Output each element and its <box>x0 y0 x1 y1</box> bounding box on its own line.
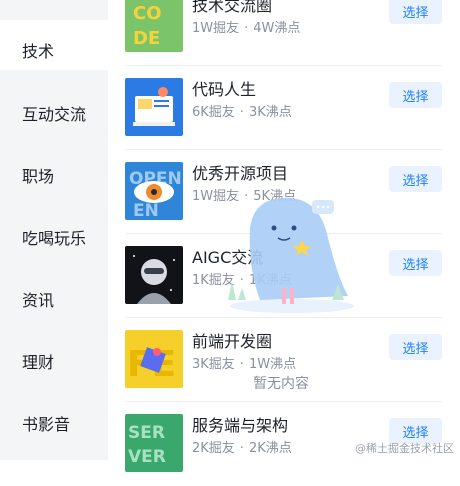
circle-title: 优秀开源项目 <box>192 164 289 183</box>
select-button[interactable]: 选择 <box>389 82 442 108</box>
circle-stats: 3K掘友 · 1W沸点 <box>192 353 296 372</box>
separator-dot: · <box>244 21 249 36</box>
circle-row[interactable]: CO DE 技术交流圈 1W掘友 · 4W沸点 选择 <box>125 0 442 66</box>
select-button[interactable]: 选择 <box>389 0 442 24</box>
svg-text:EN: EN <box>133 201 159 220</box>
circle-title: 前端开发圈 <box>192 332 273 351</box>
hot-count: 2K沸点 <box>248 441 292 456</box>
member-count: 1W掘友 <box>192 21 240 36</box>
hot-count: 1W沸点 <box>248 357 297 372</box>
sidebar-item-books-media[interactable]: 书影音 <box>22 415 70 435</box>
hot-count: 4W沸点 <box>253 21 301 36</box>
circle-stats: 2K掘友 · 2K沸点 <box>192 437 292 456</box>
frontend-icon: FE <box>125 330 183 388</box>
select-button[interactable]: 选择 <box>389 166 442 192</box>
server-icon: SER VER <box>125 414 183 472</box>
empty-state-text: 暂无内容 <box>253 376 309 392</box>
sidebar-item-interaction[interactable]: 互动交流 <box>22 105 86 125</box>
svg-text:DE: DE <box>133 28 160 49</box>
sidebar-item-workplace[interactable]: 职场 <box>22 167 54 187</box>
circle-stats: 6K掘友 · 3K沸点 <box>192 101 292 120</box>
sidebar-item-finance[interactable]: 理财 <box>22 353 54 373</box>
coding-life-icon <box>125 78 183 136</box>
sidebar-item-tech[interactable]: 技术 <box>22 42 54 62</box>
circle-title: 技术交流圈 <box>192 0 273 15</box>
circle-row[interactable]: 代码人生 6K掘友 · 3K沸点 选择 <box>125 66 442 150</box>
sidebar-item-news[interactable]: 资讯 <box>22 291 54 311</box>
sidebar-item-food-fun[interactable]: 吃喝玩乐 <box>22 229 86 249</box>
member-count: 2K掘友 <box>192 441 235 456</box>
separator-dot: · <box>239 357 244 372</box>
svg-text:VER: VER <box>128 447 166 467</box>
category-sidebar: 技术 互动交流 职场 吃喝玩乐 资讯 理财 书影音 <box>0 0 108 460</box>
circle-title: 代码人生 <box>192 80 257 99</box>
empty-state-illustration <box>220 188 360 318</box>
code-icon: CO DE <box>125 0 183 52</box>
circle-title: 服务端与架构 <box>192 416 289 435</box>
aigc-icon <box>125 246 183 304</box>
watermark: @稀土掘金技术社区 <box>355 442 454 455</box>
member-count: 3K掘友 <box>192 357 235 372</box>
select-button[interactable]: 选择 <box>389 334 442 360</box>
separator-dot: · <box>239 441 244 456</box>
circle-stats: 1W掘友 · 4W沸点 <box>192 17 300 36</box>
svg-text:SER: SER <box>128 423 165 443</box>
svg-text:CO: CO <box>133 3 162 24</box>
hot-count: 3K沸点 <box>248 105 292 120</box>
member-count: 6K掘友 <box>192 105 235 120</box>
select-button[interactable]: 选择 <box>389 250 442 276</box>
open-source-icon: OPEN EN <box>125 162 183 220</box>
separator-dot: · <box>239 105 244 120</box>
